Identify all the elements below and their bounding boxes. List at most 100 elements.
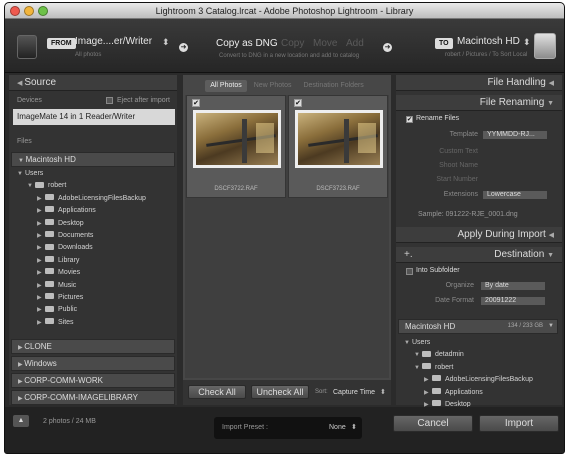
photo-thumbnail[interactable] bbox=[295, 110, 383, 168]
zoom-window-button[interactable] bbox=[38, 6, 48, 16]
disclosure-triangle-icon[interactable]: ▶ bbox=[37, 267, 45, 279]
disclosure-triangle-icon[interactable]: ▶ bbox=[37, 230, 45, 242]
date-format-select[interactable]: 20091222 bbox=[480, 296, 546, 306]
folder-item[interactable]: ▶ AdobeLicensingFilesBackup bbox=[400, 374, 560, 386]
photo-cell[interactable]: ✔ DSCF3723.RAF bbox=[288, 95, 388, 198]
destination-panel: File Handling ◀ File Renaming ▼ ✔ Rename… bbox=[396, 75, 562, 408]
grid-tab[interactable]: New Photos bbox=[249, 80, 297, 92]
apply-during-import-header[interactable]: Apply During Import ◀ bbox=[396, 227, 562, 243]
disclosure-triangle-icon[interactable]: ▼ bbox=[404, 337, 412, 349]
folder-item[interactable]: ▼ robert bbox=[400, 362, 560, 374]
source-panel-header[interactable]: ◀ Source bbox=[9, 75, 177, 91]
sort-dropdown-icon[interactable]: ⬍ bbox=[380, 388, 386, 396]
source-selector[interactable]: Image....er/Writer bbox=[75, 36, 152, 47]
folder-item[interactable]: ▶ Pictures bbox=[13, 292, 177, 304]
disclosure-triangle-icon[interactable]: ▶ bbox=[37, 218, 45, 230]
collapse-triangle-icon[interactable]: ◀ bbox=[549, 80, 554, 87]
disclosure-triangle-icon[interactable]: ▶ bbox=[37, 255, 45, 267]
folder-item[interactable]: ▼ Users bbox=[13, 168, 177, 180]
folder-item[interactable]: ▶ Public bbox=[13, 304, 177, 316]
uncheck-all-button[interactable]: Uncheck All bbox=[251, 385, 309, 399]
photo-checkbox[interactable]: ✔ bbox=[192, 99, 200, 107]
folder-item[interactable]: ▶ Documents bbox=[13, 230, 177, 242]
import-preset-select[interactable]: None bbox=[329, 424, 346, 431]
photo-thumbnail[interactable] bbox=[193, 110, 281, 168]
disclosure-triangle-icon[interactable]: ▼ bbox=[414, 349, 422, 361]
close-window-button[interactable] bbox=[10, 6, 20, 16]
device-item[interactable]: ImageMate 14 in 1 Reader/Writer bbox=[13, 109, 175, 125]
add-folder-icon[interactable]: +. bbox=[404, 247, 413, 263]
volume-label: Macintosh HD bbox=[25, 155, 76, 164]
folder-item[interactable]: ▶ Library bbox=[13, 255, 177, 267]
disclosure-triangle-icon[interactable]: ▶ bbox=[424, 374, 432, 386]
mode-add[interactable]: Add bbox=[346, 38, 364, 49]
volume-dropdown-icon[interactable]: ▼ bbox=[548, 320, 554, 333]
file-handling-header[interactable]: File Handling ◀ bbox=[396, 75, 562, 91]
source-dropdown-icon[interactable]: ⬍ bbox=[162, 37, 170, 48]
import-button[interactable]: Import bbox=[479, 415, 559, 432]
disclosure-triangle-icon[interactable]: ▶ bbox=[37, 304, 45, 316]
mode-move[interactable]: Move bbox=[313, 38, 337, 49]
volume-item[interactable]: ▶ Windows bbox=[11, 356, 175, 371]
disclosure-triangle-icon[interactable]: ▶ bbox=[424, 387, 432, 399]
organize-select[interactable]: By date bbox=[480, 281, 546, 291]
folder-item[interactable]: ▶ Applications bbox=[13, 205, 177, 217]
from-label: FROM bbox=[47, 38, 76, 49]
into-subfolder-checkbox[interactable] bbox=[406, 268, 413, 275]
folder-item[interactable]: ▶ Movies bbox=[13, 267, 177, 279]
destination-volume[interactable]: Macintosh HD 134 / 233 GB ▼ bbox=[398, 319, 558, 334]
sort-selector[interactable]: Capture Time bbox=[333, 389, 375, 396]
mode-copy[interactable]: Copy bbox=[281, 38, 304, 49]
disclosure-triangle-icon[interactable]: ▶ bbox=[37, 317, 45, 329]
disclosure-triangle-icon[interactable]: ▶ bbox=[37, 280, 45, 292]
preset-dropdown-icon[interactable]: ⬍ bbox=[351, 423, 357, 431]
eject-checkbox[interactable] bbox=[106, 97, 113, 104]
folder-label: Downloads bbox=[58, 244, 93, 252]
folder-item[interactable]: ▶ Applications bbox=[400, 387, 560, 399]
import-footer: ▲ 2 photos / 24 MB Import Preset : None … bbox=[5, 407, 564, 453]
volume-label: CORP-COMM-WORK bbox=[24, 376, 103, 385]
grid-tab[interactable]: All Photos bbox=[205, 80, 247, 92]
extensions-select[interactable]: Lowercase bbox=[482, 190, 548, 200]
expand-triangle-icon[interactable]: ▼ bbox=[547, 252, 554, 259]
volume-item[interactable]: ▶ CLONE bbox=[11, 339, 175, 354]
check-all-button[interactable]: Check All bbox=[188, 385, 246, 399]
rename-files-checkbox[interactable]: ✔ bbox=[406, 116, 413, 123]
grid-tabs: All Photos New Photos Destination Folders bbox=[183, 80, 391, 92]
volume-item[interactable]: ▶ CORP-COMM-IMAGELIBRARY bbox=[11, 390, 175, 405]
photo-filename: DSCF3722.RAF bbox=[214, 186, 258, 192]
photo-checkbox[interactable]: ✔ bbox=[294, 99, 302, 107]
disclosure-triangle-icon[interactable]: ▶ bbox=[37, 292, 45, 304]
destination-selector[interactable]: Macintosh HD bbox=[457, 36, 520, 47]
collapse-triangle-icon[interactable]: ◀ bbox=[549, 232, 554, 239]
disclosure-triangle-icon[interactable]: ▼ bbox=[17, 168, 25, 180]
folder-item[interactable]: ▼ Users bbox=[400, 337, 560, 349]
disclosure-triangle-icon[interactable]: ▶ bbox=[37, 242, 45, 254]
photo-cell[interactable]: ✔ DSCF3722.RAF bbox=[186, 95, 286, 198]
expand-triangle-icon[interactable]: ▼ bbox=[547, 100, 554, 107]
grid-tab[interactable]: Destination Folders bbox=[298, 80, 368, 92]
mode-copy-as-dng[interactable]: Copy as DNG bbox=[216, 38, 278, 49]
source-folder-tree: ▼ Users ▼ robert ▶ AdobeLicensingFilesBackup ▶… bbox=[13, 168, 177, 336]
folder-item[interactable]: ▶ AdobeLicensingFilesBackup bbox=[13, 193, 177, 205]
expand-triangle-icon[interactable]: ▼ bbox=[18, 158, 26, 164]
volume-item[interactable]: ▶ CORP-COMM-WORK bbox=[11, 373, 175, 388]
folder-item[interactable]: ▼ robert bbox=[13, 180, 177, 192]
disclosure-triangle-icon[interactable]: ▶ bbox=[37, 193, 45, 205]
file-renaming-header[interactable]: File Renaming ▼ bbox=[396, 95, 562, 111]
folder-item[interactable]: ▼ detadmin bbox=[400, 349, 560, 361]
destination-header[interactable]: +. Destination ▼ bbox=[396, 247, 562, 263]
folder-item[interactable]: ▶ Sites bbox=[13, 317, 177, 329]
folder-item[interactable]: ▶ Desktop bbox=[13, 218, 177, 230]
folder-item[interactable]: ▶ Downloads bbox=[13, 242, 177, 254]
destination-dropdown-icon[interactable]: ⬍ bbox=[523, 37, 531, 48]
volume-macintosh-hd[interactable]: ▼ Macintosh HD bbox=[11, 152, 175, 167]
disclosure-triangle-icon[interactable]: ▼ bbox=[414, 362, 422, 374]
folder-item[interactable]: ▶ Music bbox=[13, 280, 177, 292]
minimize-window-button[interactable] bbox=[24, 6, 34, 16]
disclosure-triangle-icon[interactable]: ▼ bbox=[27, 180, 35, 192]
cancel-button[interactable]: Cancel bbox=[393, 415, 473, 432]
disclosure-triangle-icon[interactable]: ▶ bbox=[37, 205, 45, 217]
collapse-up-icon[interactable]: ▲ bbox=[13, 415, 29, 427]
template-select[interactable]: YYMMDD-RJ... bbox=[482, 130, 548, 140]
